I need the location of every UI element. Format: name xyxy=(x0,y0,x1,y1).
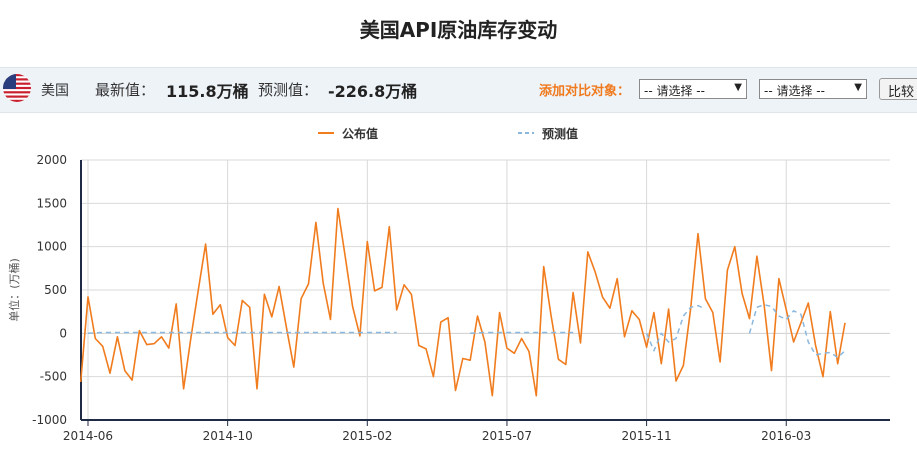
x-tick-label: 2015-02 xyxy=(342,429,392,443)
legend-label: 预测值 xyxy=(542,126,578,141)
page-title: 美国API原油库存变动 xyxy=(359,18,558,42)
info-bar: 美国 最新值： 115.8万桶 预测值： -226.8万桶 添加对比对象： --… xyxy=(0,67,917,113)
compare-select-2-value: -- 请选择 -- xyxy=(764,84,825,98)
y-tick-label: 0 xyxy=(59,326,67,340)
latest-value-label: 最新值： xyxy=(95,81,156,99)
forecast-value: -226.8万桶 xyxy=(328,82,418,101)
x-axis: 2014-06 2014-10 2015-02 2015-07 2015-11 2016-… xyxy=(63,419,890,443)
y-tick-label: 500 xyxy=(44,283,67,297)
series-line-1 xyxy=(79,207,846,397)
us-flag-icon xyxy=(3,74,31,102)
series-line-2 xyxy=(87,303,846,359)
compare-select-1-value: -- 请选择 -- xyxy=(644,84,705,98)
compare-select-2[interactable]: -- 请选择 -- ▼ xyxy=(759,79,867,99)
compare-button[interactable]: 比较 xyxy=(879,78,917,100)
compare-label: 添加对比对象： xyxy=(539,84,631,99)
compare-select-1[interactable]: -- 请选择 -- ▼ xyxy=(639,79,747,99)
y-axis: 2000 1500 1000 500 0 -500 -1000 xyxy=(32,153,82,427)
x-tick-label: 2016-03 xyxy=(761,429,811,443)
y-tick-label: -1000 xyxy=(32,413,67,427)
chevron-down-icon: ▼ xyxy=(734,82,742,93)
x-tick-label: 2014-06 xyxy=(63,429,113,443)
chevron-down-icon: ▼ xyxy=(854,82,862,93)
chart-series xyxy=(79,207,846,397)
y-axis-label: 单位：(万桶) xyxy=(7,258,21,322)
y-tick-label: 1000 xyxy=(36,240,67,254)
chart-grid xyxy=(81,159,890,421)
x-tick-label: 2015-11 xyxy=(622,429,672,443)
chart-legend: 公布值 预测值 xyxy=(318,126,578,141)
forecast-value-label: 预测值： xyxy=(258,81,319,99)
y-tick-label: 1500 xyxy=(36,196,67,210)
y-tick-label: 2000 xyxy=(36,153,67,167)
latest-value: 115.8万桶 xyxy=(166,82,249,101)
x-tick-label: 2015-07 xyxy=(482,429,532,443)
y-tick-label: -500 xyxy=(40,370,67,384)
x-tick-label: 2014-10 xyxy=(203,429,253,443)
country-label: 美国 xyxy=(41,83,69,99)
legend-label: 公布值 xyxy=(342,126,378,141)
